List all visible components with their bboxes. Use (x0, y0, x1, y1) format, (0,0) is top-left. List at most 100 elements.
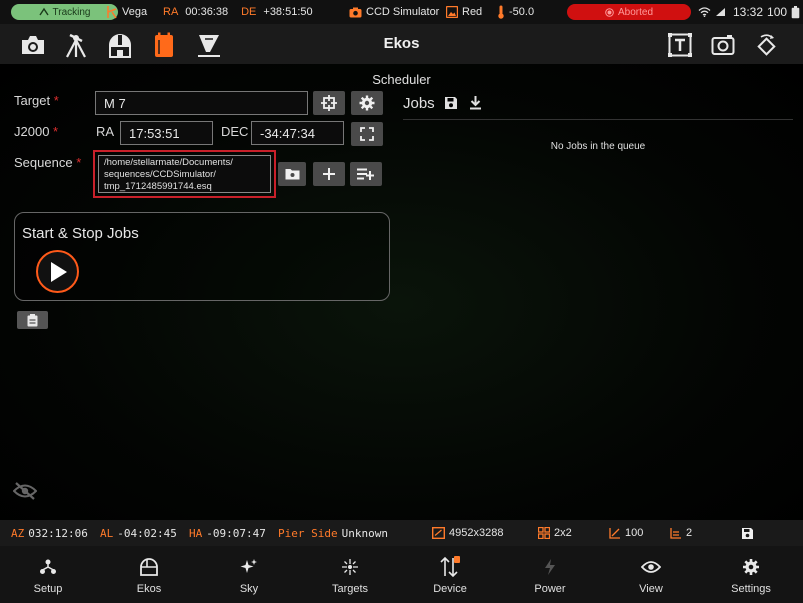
pier-value: Unknown (341, 526, 388, 540)
required-mark: * (76, 155, 82, 170)
crosshair-icon (321, 95, 337, 111)
save-icon (445, 97, 457, 109)
thermometer-icon (498, 5, 504, 19)
target-settings-button[interactable] (351, 91, 383, 115)
az-value: 032:12:06 (28, 526, 88, 540)
tracking-status-pill[interactable]: Tracking (11, 4, 118, 20)
filter-name: Red (462, 6, 483, 18)
telescope-info-bar: AZ 032:12:06 AL -04:02:45 HA -09:07:47 P… (0, 520, 803, 546)
ra-input[interactable]: 17:53:51 (120, 121, 213, 145)
filter-status[interactable]: Red (446, 0, 482, 24)
jobs-header: Jobs (403, 95, 435, 112)
text-tool-button[interactable] (667, 32, 693, 58)
gear-icon (359, 95, 375, 111)
mount-icon (107, 6, 117, 19)
mount-status[interactable]: Vega (106, 0, 147, 24)
target-label-text: Target (14, 93, 51, 108)
setup-icon (40, 559, 56, 574)
status-bar: Tracking Vega RA 00:36:38 DE +38:51:50 C… (0, 0, 803, 24)
save-settings-button[interactable] (741, 520, 754, 546)
sequence-highlight: /home/stellarmate/Documents/ sequences/C… (93, 150, 276, 198)
find-target-button[interactable] (313, 91, 345, 115)
nav-device[interactable]: Device (410, 546, 490, 603)
j2000-label: J2000 * (14, 124, 58, 139)
sequence-path-line-2: sequences/CCDSimulator/ (104, 169, 216, 180)
wifi-icon (698, 7, 711, 17)
save-jobs-button[interactable] (444, 96, 458, 115)
az-label: AZ (11, 526, 25, 540)
nav-setup[interactable]: Setup (8, 546, 88, 603)
ekos-icon (140, 558, 158, 576)
add-to-queue-button[interactable] (350, 162, 382, 186)
clock: 13:32 (733, 5, 764, 19)
sequence-file-input[interactable]: /home/stellarmate/Documents/ sequences/C… (98, 155, 271, 193)
nav-view[interactable]: View (611, 546, 691, 603)
tracking-icon (38, 7, 49, 16)
device-icon (440, 556, 460, 578)
altitude-readout: AL -04:02:45 (100, 520, 177, 546)
capture-status-label: Aborted (617, 6, 654, 18)
pier-side-readout: Pier Side Unknown (278, 520, 388, 546)
offset-readout[interactable]: 2 (670, 520, 692, 546)
binning-value: 2x2 (554, 527, 572, 539)
temperature-status[interactable]: -50.0 (497, 0, 534, 24)
nav-targets[interactable]: Targets (310, 546, 390, 603)
record-icon (605, 7, 614, 17)
required-mark: * (53, 93, 59, 108)
nav-settings[interactable]: Settings (711, 546, 791, 603)
power-icon (545, 559, 555, 575)
module-toolbar: Ekos (0, 24, 803, 64)
nav-label: Settings (731, 583, 771, 595)
add-job-button[interactable] (313, 162, 345, 186)
resolution-readout[interactable]: 4952x3288 (432, 520, 503, 546)
tracking-label: Tracking (52, 6, 91, 18)
battery-level: 100 (767, 5, 788, 19)
filter-image-icon (446, 6, 458, 18)
sequence-label: Sequence * (14, 155, 81, 170)
nav-label: Sky (239, 583, 259, 595)
expand-coordinates-button[interactable] (351, 122, 383, 146)
binning-readout[interactable]: 2x2 (538, 520, 572, 546)
jobs-title: Jobs (403, 95, 435, 112)
nav-ekos[interactable]: Ekos (109, 546, 189, 603)
start-scheduler-button[interactable] (36, 250, 79, 293)
hour-angle-readout: HA -09:07:47 (189, 520, 266, 546)
eye-off-icon (12, 482, 38, 500)
hide-overlay-button[interactable] (12, 482, 38, 505)
nav-label: Device (433, 583, 467, 595)
ra-label: RA (96, 124, 115, 139)
offset-icon (670, 528, 681, 539)
binning-icon (538, 527, 550, 539)
dec-input[interactable]: -34:47:34 (251, 121, 344, 145)
nav-sky[interactable]: Sky (209, 546, 289, 603)
gain-readout[interactable]: 100 (609, 520, 643, 546)
plus-icon (323, 168, 335, 180)
gain-icon (609, 528, 620, 539)
offset-value: 2 (686, 527, 693, 539)
dec-label: DEC (221, 124, 249, 139)
target-input[interactable]: M 7 (95, 91, 308, 115)
text-icon (668, 33, 692, 57)
nav-label: Ekos (136, 583, 162, 595)
job-log-button[interactable] (17, 311, 48, 329)
nav-power[interactable]: Power (510, 546, 590, 603)
pier-label: Pier Side (278, 526, 338, 540)
load-jobs-button[interactable] (469, 96, 482, 115)
capture-frame-icon (711, 35, 735, 55)
required-mark: * (53, 124, 59, 139)
save-icon (742, 527, 753, 539)
start-stop-title: Start & Stop Jobs (22, 225, 139, 242)
azimuth-readout: AZ 032:12:06 (11, 520, 88, 546)
mount-name: Vega (122, 6, 148, 18)
nav-label: View (639, 583, 663, 595)
j2000-label-text: J2000 (14, 124, 50, 139)
camera-status[interactable]: CCD Simulator (349, 0, 439, 24)
folder-icon (285, 169, 299, 180)
capture-status-pill[interactable]: Aborted (567, 4, 691, 20)
settings-icon (743, 559, 759, 575)
bottom-navigation: Setup Ekos Sky Targets Device Power View… (0, 546, 803, 603)
resolution-value: 4952x3288 (449, 527, 504, 539)
browse-sequence-button[interactable] (278, 162, 306, 186)
capture-frame-button[interactable] (710, 32, 736, 58)
rotate-button[interactable] (754, 32, 780, 58)
